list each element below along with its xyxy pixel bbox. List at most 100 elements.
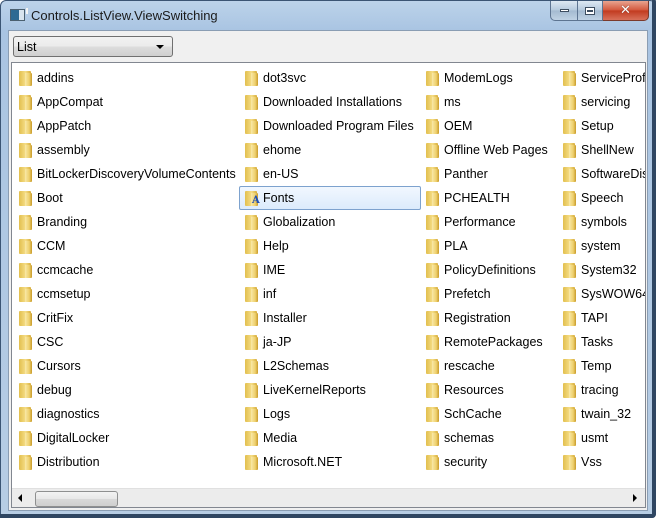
list-item[interactable]: Downloaded Program Files — [239, 114, 421, 138]
close-icon: ✕ — [620, 3, 631, 18]
list-item[interactable]: ms — [420, 90, 555, 114]
list-item[interactable]: Microsoft.NET — [239, 450, 421, 474]
folder-icon — [563, 70, 577, 86]
list-item[interactable]: assembly — [13, 138, 243, 162]
list-item[interactable]: IME — [239, 258, 421, 282]
list-item[interactable]: dot3svc — [239, 66, 421, 90]
list-column: addins AppCompat AppPatch assembly BitLocker… — [13, 66, 243, 474]
list-item[interactable]: diagnostics — [13, 402, 243, 426]
list-item[interactable]: Branding — [13, 210, 243, 234]
list-item[interactable]: usmt — [557, 426, 645, 450]
list-item[interactable]: Boot — [13, 186, 243, 210]
list-item[interactable]: A Fonts — [239, 186, 421, 210]
list-item[interactable]: Performance — [420, 210, 555, 234]
list-item[interactable]: schemas — [420, 426, 555, 450]
list-item[interactable]: Prefetch — [420, 282, 555, 306]
list-item[interactable]: AppPatch — [13, 114, 243, 138]
list-item-label: OEM — [444, 119, 473, 133]
list-item[interactable]: Tasks — [557, 330, 645, 354]
list-item[interactable]: PLA — [420, 234, 555, 258]
list-item[interactable]: addins — [13, 66, 243, 90]
list-item[interactable]: ccmsetup — [13, 282, 243, 306]
list-item[interactable]: BitLockerDiscoveryVolumeContents — [13, 162, 243, 186]
list-item[interactable]: debug — [13, 378, 243, 402]
folder-icon — [426, 406, 440, 422]
list-item[interactable]: Vss — [557, 450, 645, 474]
list-item[interactable]: ccmcache — [13, 258, 243, 282]
view-mode-dropdown[interactable]: List — [13, 36, 173, 57]
list-item-label: CSC — [37, 335, 64, 349]
list-item[interactable]: Cursors — [13, 354, 243, 378]
title-bar[interactable]: Controls.ListView.ViewSwitching ✕ — [1, 1, 655, 31]
list-item[interactable]: en-US — [239, 162, 421, 186]
app-icon[interactable] — [10, 8, 28, 21]
folder-list-view[interactable]: addins AppCompat AppPatch assembly BitLocker… — [11, 62, 646, 508]
folder-icon — [245, 166, 259, 182]
folder-icon — [19, 382, 33, 398]
folder-icon — [563, 334, 577, 350]
list-item[interactable]: Logs — [239, 402, 421, 426]
folder-icon — [563, 262, 577, 278]
close-button[interactable]: ✕ — [603, 1, 649, 21]
list-item[interactable]: Downloaded Installations — [239, 90, 421, 114]
list-item[interactable]: ja-JP — [239, 330, 421, 354]
list-item[interactable]: Registration — [420, 306, 555, 330]
list-item[interactable]: CSC — [13, 330, 243, 354]
maximize-button[interactable] — [577, 1, 603, 21]
list-item[interactable]: SchCache — [420, 402, 555, 426]
folder-icon — [19, 94, 33, 110]
list-item[interactable]: ModemLogs — [420, 66, 555, 90]
list-item[interactable]: Panther — [420, 162, 555, 186]
list-item[interactable]: SoftwareDist — [557, 162, 645, 186]
list-item[interactable]: TAPI — [557, 306, 645, 330]
list-item-label: Branding — [37, 215, 88, 229]
window-client-area: List addins AppCompat AppPatch assembly BitL… — [8, 30, 648, 511]
scroll-right-arrow-icon[interactable] — [633, 494, 637, 502]
list-item[interactable]: PolicyDefinitions — [420, 258, 555, 282]
list-item[interactable]: Installer — [239, 306, 421, 330]
list-item[interactable]: Temp — [557, 354, 645, 378]
list-item[interactable]: ShellNew — [557, 138, 645, 162]
list-item-label: SysWOW64 — [581, 287, 646, 301]
list-item[interactable]: twain_32 — [557, 402, 645, 426]
list-item[interactable]: L2Schemas — [239, 354, 421, 378]
list-item[interactable]: inf — [239, 282, 421, 306]
list-item[interactable]: ServiceProfil — [557, 66, 645, 90]
list-item[interactable]: PCHEALTH — [420, 186, 555, 210]
list-item[interactable]: Media — [239, 426, 421, 450]
folder-icon — [426, 214, 440, 230]
list-item-label: ccmsetup — [37, 287, 91, 301]
horizontal-scroll-thumb[interactable] — [35, 491, 118, 507]
list-item-label: RemotePackages — [444, 335, 543, 349]
list-item[interactable]: symbols — [557, 210, 645, 234]
list-item[interactable]: Distribution — [13, 450, 243, 474]
list-item[interactable]: System32 — [557, 258, 645, 282]
list-item[interactable]: Help — [239, 234, 421, 258]
list-item[interactable]: Speech — [557, 186, 645, 210]
list-item[interactable]: servicing — [557, 90, 645, 114]
list-item-label: Tasks — [581, 335, 613, 349]
list-item[interactable]: Resources — [420, 378, 555, 402]
list-item[interactable]: ehome — [239, 138, 421, 162]
folder-icon — [245, 238, 259, 254]
list-item[interactable]: CCM — [13, 234, 243, 258]
list-item[interactable]: rescache — [420, 354, 555, 378]
list-item[interactable]: AppCompat — [13, 90, 243, 114]
list-item[interactable]: system — [557, 234, 645, 258]
list-item[interactable]: SysWOW64 — [557, 282, 646, 306]
list-item[interactable]: CritFix — [13, 306, 243, 330]
scroll-left-arrow-icon[interactable] — [18, 494, 22, 502]
list-item[interactable]: Setup — [557, 114, 645, 138]
folder-icon — [426, 310, 440, 326]
list-item[interactable]: Globalization — [239, 210, 421, 234]
horizontal-scrollbar[interactable] — [12, 488, 645, 507]
minimize-button[interactable] — [550, 1, 577, 21]
list-item[interactable]: Offline Web Pages — [420, 138, 555, 162]
list-item[interactable]: tracing — [557, 378, 645, 402]
list-item[interactable]: DigitalLocker — [13, 426, 243, 450]
list-item-label: Fonts — [263, 191, 295, 205]
list-item[interactable]: OEM — [420, 114, 555, 138]
list-item[interactable]: LiveKernelReports — [239, 378, 421, 402]
list-item[interactable]: security — [420, 450, 555, 474]
list-item[interactable]: RemotePackages — [420, 330, 555, 354]
